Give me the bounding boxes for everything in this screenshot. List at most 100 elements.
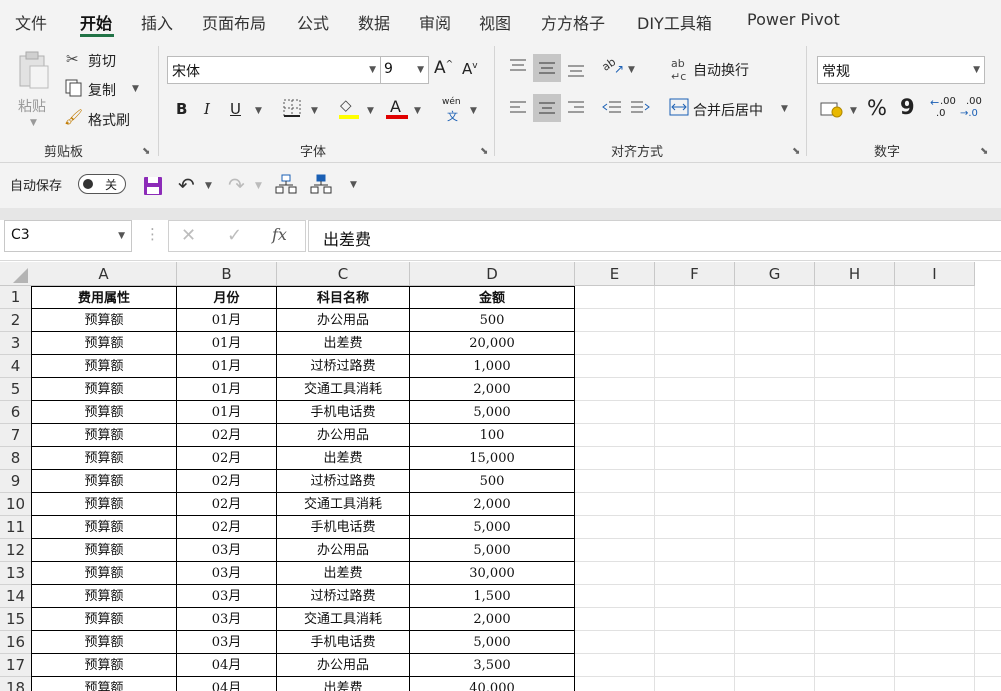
table-cell[interactable]: 40,000	[410, 677, 575, 691]
fill-color-dropdown-chevron-icon[interactable]: ▼	[367, 106, 374, 116]
tab-fangfang[interactable]: 方方格子	[541, 10, 605, 34]
table-cell[interactable]: 预算额	[31, 539, 177, 562]
redo-dropdown-chevron-icon[interactable]: ▼	[255, 181, 262, 191]
table-cell[interactable]: 出差费	[277, 562, 410, 585]
table-cell[interactable]: 办公用品	[277, 654, 410, 677]
copy-button[interactable]: 复制	[88, 80, 116, 100]
header-cell[interactable]: 金额	[410, 286, 575, 309]
table-cell[interactable]: 出差费	[277, 677, 410, 691]
column-header-i[interactable]: I	[895, 262, 975, 286]
row-header-5[interactable]: 5	[0, 378, 32, 401]
row-header-9[interactable]: 9	[0, 470, 32, 493]
borders-icon[interactable]	[282, 98, 302, 118]
redo-icon[interactable]: ↷	[228, 173, 245, 197]
decrease-decimal-button[interactable]: .00 →.0	[960, 96, 990, 122]
decrease-font-size-button[interactable]: Av	[462, 60, 478, 78]
table-cell[interactable]: 1,500	[410, 585, 575, 608]
phonetic-dropdown-chevron-icon[interactable]: ▼	[470, 106, 477, 116]
table-cell[interactable]: 出差费	[277, 447, 410, 470]
table-cell[interactable]: 2,000	[410, 378, 575, 401]
table-cell[interactable]: 预算额	[31, 401, 177, 424]
underline-button[interactable]: U	[230, 100, 241, 118]
row-header-15[interactable]: 15	[0, 608, 32, 631]
row-header-18[interactable]: 18	[0, 677, 32, 691]
table-cell[interactable]: 过桥过路费	[277, 355, 410, 378]
table-cell[interactable]: 02月	[177, 516, 277, 539]
increase-indent-icon[interactable]	[629, 100, 651, 116]
row-header-14[interactable]: 14	[0, 585, 32, 608]
column-header-f[interactable]: F	[655, 262, 735, 286]
dialog-launcher-icon[interactable]: ⬊	[480, 146, 488, 157]
font-name-select[interactable]: 宋体 ▼	[167, 56, 381, 84]
tab-power-pivot[interactable]: Power Pivot	[747, 10, 840, 29]
merge-dropdown-chevron-icon[interactable]: ▼	[781, 104, 788, 114]
tab-review[interactable]: 审阅	[419, 10, 451, 34]
italic-button[interactable]: I	[204, 100, 210, 118]
table-cell[interactable]: 预算额	[31, 447, 177, 470]
cancel-icon[interactable]: ✕	[181, 225, 196, 246]
row-header-11[interactable]: 11	[0, 516, 32, 539]
wrap-text-button[interactable]: 自动换行	[693, 60, 749, 80]
formula-input[interactable]: 出差费	[308, 220, 1001, 252]
borders-dropdown-chevron-icon[interactable]: ▼	[311, 106, 318, 116]
table-cell[interactable]: 20,000	[410, 332, 575, 355]
table-cell[interactable]: 手机电话费	[277, 401, 410, 424]
dialog-launcher-icon[interactable]: ⬊	[792, 146, 800, 157]
table-cell[interactable]: 预算额	[31, 677, 177, 691]
column-header-h[interactable]: H	[815, 262, 895, 286]
header-cell[interactable]: 月份	[177, 286, 277, 309]
column-header-c[interactable]: C	[277, 262, 410, 286]
tab-home[interactable]: 开始	[80, 10, 112, 34]
table-cell[interactable]: 手机电话费	[277, 631, 410, 654]
table-cell[interactable]: 预算额	[31, 332, 177, 355]
table-cell[interactable]: 30,000	[410, 562, 575, 585]
table-cell[interactable]: 03月	[177, 585, 277, 608]
table-cell[interactable]: 02月	[177, 470, 277, 493]
row-header-13[interactable]: 13	[0, 562, 32, 585]
cut-button[interactable]: 剪切	[88, 51, 116, 71]
table-cell[interactable]: 交通工具消耗	[277, 493, 410, 516]
table-cell[interactable]: 5,000	[410, 631, 575, 654]
table-cell[interactable]: 04月	[177, 654, 277, 677]
table-cell[interactable]: 交通工具消耗	[277, 378, 410, 401]
table-cell[interactable]: 预算额	[31, 355, 177, 378]
table-cell[interactable]: 1,000	[410, 355, 575, 378]
table-cell[interactable]: 03月	[177, 631, 277, 654]
font-color-button[interactable]: A	[384, 96, 410, 122]
orientation-dropdown-chevron-icon[interactable]: ▼	[628, 65, 635, 75]
row-header-7[interactable]: 7	[0, 424, 32, 447]
table-cell[interactable]: 2,000	[410, 608, 575, 631]
table-cell[interactable]: 5,000	[410, 516, 575, 539]
table-cell[interactable]: 预算额	[31, 585, 177, 608]
table-cell[interactable]: 03月	[177, 539, 277, 562]
dialog-launcher-icon[interactable]: ⬊	[980, 146, 988, 157]
orientation-button[interactable]: ab ↗	[600, 55, 626, 80]
header-cell[interactable]: 费用属性	[31, 286, 177, 309]
table-cell[interactable]: 500	[410, 470, 575, 493]
table-cell[interactable]: 预算额	[31, 424, 177, 447]
row-header-12[interactable]: 12	[0, 539, 32, 562]
align-left-icon[interactable]	[508, 100, 528, 116]
save-icon[interactable]	[142, 175, 164, 197]
undo-dropdown-chevron-icon[interactable]: ▼	[205, 181, 212, 191]
table-cell[interactable]: 办公用品	[277, 424, 410, 447]
row-header-1[interactable]: 1	[0, 286, 32, 309]
column-header-b[interactable]: B	[177, 262, 277, 286]
table-cell[interactable]: 5,000	[410, 401, 575, 424]
table-cell[interactable]: 预算额	[31, 493, 177, 516]
row-header-8[interactable]: 8	[0, 447, 32, 470]
number-format-select[interactable]: 常规 ▼	[817, 56, 985, 84]
table-cell[interactable]: 出差费	[277, 332, 410, 355]
table-cell[interactable]: 01月	[177, 309, 277, 332]
row-header-17[interactable]: 17	[0, 654, 32, 677]
table-cell[interactable]: 01月	[177, 332, 277, 355]
table-cell[interactable]: 交通工具消耗	[277, 608, 410, 631]
row-header-2[interactable]: 2	[0, 309, 32, 332]
comma-style-button[interactable]: 9	[900, 95, 915, 119]
tab-diy-toolbox[interactable]: DIY工具箱	[637, 10, 712, 34]
align-bottom-icon[interactable]	[566, 62, 586, 78]
column-header-g[interactable]: G	[735, 262, 815, 286]
customize-qat-chevron-icon[interactable]: ▼	[350, 180, 357, 190]
column-header-d[interactable]: D	[410, 262, 575, 286]
table-cell[interactable]: 预算额	[31, 654, 177, 677]
